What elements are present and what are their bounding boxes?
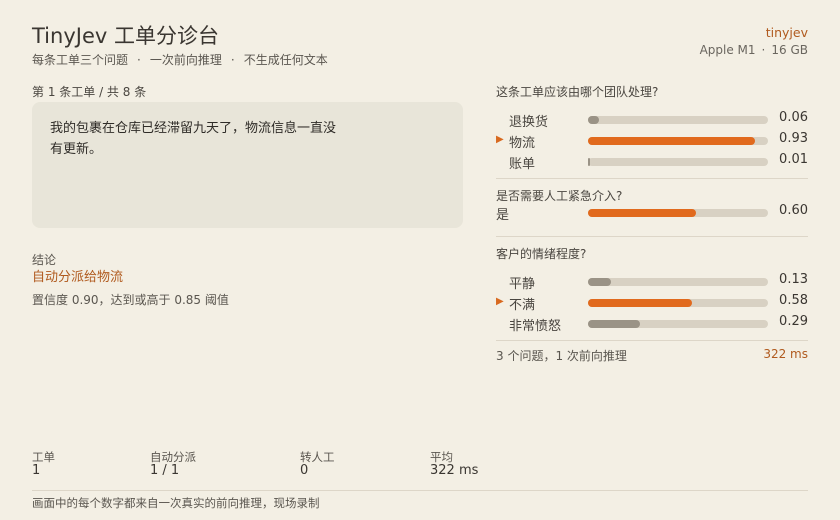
- page-subtitle: 每条工单三个问题 · 一次前向推理 · 不生成任何文本: [32, 51, 328, 68]
- option-row: 平静 0.13: [496, 272, 808, 292]
- conclusion-value: 自动分派给物流: [32, 270, 124, 285]
- device-memory: 16 GB: [771, 43, 808, 57]
- probability-bar: [588, 137, 768, 145]
- probability-fill: [588, 209, 696, 217]
- option-value: 0.60: [779, 203, 808, 218]
- divider: [496, 236, 808, 237]
- stat-average: 平均 322 ms: [430, 451, 478, 478]
- confidence-text: 置信度 0.90，达到或高于 0.85 阈值: [32, 293, 229, 307]
- stat-value: 0: [300, 463, 309, 478]
- inference-latency: 322 ms: [763, 347, 808, 361]
- option-value: 0.06: [779, 110, 808, 125]
- divider: [32, 490, 808, 491]
- option-label: 平静: [509, 277, 536, 292]
- probability-bar: [588, 299, 768, 307]
- subtitle-part: 每条工单三个问题: [32, 53, 129, 67]
- stat-escalated: 转人工 0: [300, 451, 335, 478]
- option-label: 不满: [509, 298, 536, 313]
- option-label: 物流: [509, 136, 536, 151]
- stat-value: 1: [32, 463, 41, 478]
- probability-fill: [588, 158, 590, 166]
- page-title: TinyJev 工单分诊台: [32, 24, 219, 48]
- divider: [496, 340, 808, 341]
- probability-bar: [588, 158, 768, 166]
- subtitle-part: 一次前向推理: [149, 53, 222, 67]
- question-team: 这条工单应该由哪个团队处理?: [496, 85, 659, 99]
- divider: [496, 178, 808, 179]
- probability-bar: [588, 209, 768, 217]
- inference-summary: 3 个问题，1 次前向推理: [496, 349, 627, 363]
- question-urgent: 是否需要人工紧急介入?: [496, 189, 623, 203]
- option-value: 0.29: [779, 314, 808, 329]
- ticket-counter: 第 1 条工单 / 共 8 条: [32, 85, 147, 99]
- footer-note: 画面中的每个数字都来自一次真实的前向推理，现场录制: [32, 496, 320, 510]
- option-label: 账单: [509, 157, 536, 172]
- ticket-text: 我的包裹在仓库已经滞留九天了，物流信息一直没有更新。: [50, 121, 337, 157]
- option-label: 非常愤怒: [509, 319, 562, 334]
- device-name: Apple M1: [699, 43, 756, 57]
- option-value: 0.93: [779, 131, 808, 146]
- stat-value: 1 / 1: [150, 463, 180, 478]
- subtitle-part: 不生成任何文本: [243, 53, 328, 67]
- option-value: 0.13: [779, 272, 808, 287]
- option-label: 是: [496, 208, 510, 223]
- option-row: ▶ 不满 0.58: [496, 293, 808, 313]
- option-value: 0.58: [779, 293, 808, 308]
- option-row: ▶ 物流 0.93: [496, 131, 808, 151]
- probability-bar: [588, 320, 768, 328]
- probability-fill: [588, 320, 640, 328]
- stat-value: 322 ms: [430, 463, 479, 478]
- subtitle-separator: ·: [230, 53, 235, 67]
- probability-fill: [588, 299, 692, 307]
- device-separator: ·: [761, 43, 766, 57]
- option-label: 退换货: [509, 115, 549, 130]
- selected-arrow-icon: ▶: [496, 296, 504, 307]
- subtitle-separator: ·: [137, 53, 141, 67]
- probability-fill: [588, 116, 599, 124]
- option-row: 账单 0.01: [496, 152, 808, 172]
- probability-fill: [588, 278, 611, 286]
- option-row: 退换货 0.06: [496, 110, 808, 130]
- stat-tickets: 工单 1: [32, 451, 55, 478]
- probability-bar: [588, 278, 768, 286]
- device-info: Apple M1 · 16 GB: [700, 43, 808, 57]
- option-row: 是 0.60: [496, 203, 808, 223]
- ticket-box: 我的包裹在仓库已经滞留九天了，物流信息一直没有更新。: [32, 102, 463, 228]
- brand-link[interactable]: tinyjev: [766, 25, 808, 40]
- option-value: 0.01: [779, 152, 808, 167]
- probability-fill: [588, 137, 755, 145]
- stat-auto-routed: 自动分派 1 / 1: [150, 451, 196, 478]
- selected-arrow-icon: ▶: [496, 134, 504, 145]
- probability-bar: [588, 116, 768, 124]
- question-emotion: 客户的情绪程度?: [496, 247, 587, 261]
- option-row: 非常愤怒 0.29: [496, 314, 808, 334]
